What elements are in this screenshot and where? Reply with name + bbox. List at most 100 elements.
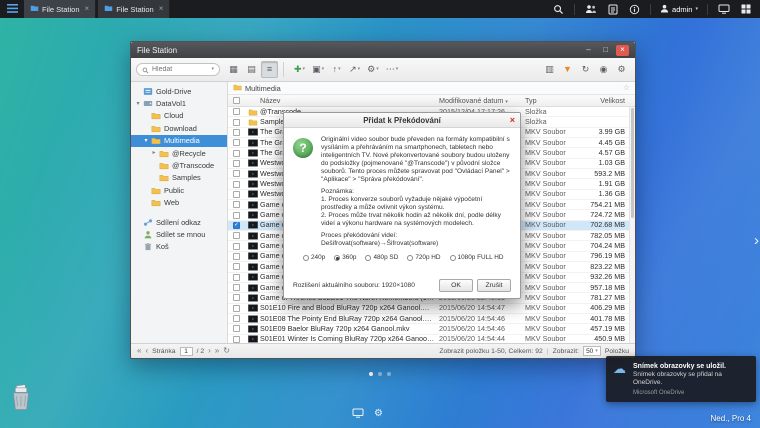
sidebar-item-sd-len-odkaz[interactable]: Sdílení odkaz bbox=[131, 216, 227, 228]
dialog-close-icon[interactable]: × bbox=[510, 116, 515, 125]
row-checkbox[interactable] bbox=[233, 294, 240, 301]
thumbnail-view-button[interactable]: ▦ bbox=[225, 61, 242, 78]
row-checkbox[interactable]: ✓ bbox=[233, 222, 240, 229]
create-button[interactable]: ✚▾ bbox=[291, 61, 308, 78]
background-tasks-icon[interactable] bbox=[606, 3, 619, 16]
sidebar-item-cloud[interactable]: Cloud bbox=[131, 110, 227, 122]
caret-right-icon[interactable]: ▸ bbox=[151, 150, 157, 156]
row-checkbox[interactable] bbox=[233, 108, 240, 115]
info-icon[interactable] bbox=[628, 3, 641, 16]
row-checkbox[interactable] bbox=[233, 201, 240, 208]
close-button[interactable]: × bbox=[616, 45, 629, 56]
sidebar-item-download[interactable]: Download bbox=[131, 122, 227, 134]
window-titlebar[interactable]: File Station – □ × bbox=[131, 42, 635, 58]
row-checkbox[interactable] bbox=[233, 274, 240, 281]
tab-file-station-1[interactable]: File Station × bbox=[24, 0, 96, 18]
table-row[interactable]: S01E09 Baelor BluRay 720p x264 Ganool.mk… bbox=[228, 324, 635, 334]
row-checkbox[interactable] bbox=[233, 150, 240, 157]
scrollbar-thumb[interactable] bbox=[631, 108, 634, 218]
column-type[interactable]: Typ bbox=[525, 96, 583, 105]
row-checkbox[interactable] bbox=[233, 139, 240, 146]
copy-move-button[interactable]: ▣▾ bbox=[309, 61, 327, 78]
cancel-button[interactable]: Zrušit bbox=[477, 279, 511, 292]
resolution-option-360p[interactable]: 360p bbox=[334, 254, 356, 262]
tab-file-station-2[interactable]: File Station × bbox=[98, 0, 170, 18]
row-checkbox[interactable] bbox=[233, 170, 240, 177]
next-page-button[interactable]: › bbox=[208, 347, 211, 355]
admin-menu[interactable]: admin ▾ bbox=[660, 4, 698, 15]
sidebar-item-gold-drive[interactable]: Gold-Drive bbox=[131, 85, 227, 97]
row-checkbox[interactable] bbox=[233, 160, 240, 167]
recycle-bin-icon[interactable] bbox=[8, 384, 34, 412]
scrollbar[interactable] bbox=[629, 107, 635, 343]
refresh-button[interactable]: ↻ bbox=[577, 61, 594, 78]
remote-mount-button[interactable]: ▥ bbox=[541, 61, 558, 78]
detail-view-button[interactable]: ≡ bbox=[261, 61, 278, 78]
tools-button[interactable]: ⚙▾ bbox=[364, 61, 382, 78]
tools-icon[interactable]: ⚙ bbox=[374, 409, 383, 419]
resolution-option-720p-hd[interactable]: 720p HD bbox=[407, 254, 440, 262]
onedrive-toast[interactable]: ☁ Snímek obrazovky se uložil. Snímek obr… bbox=[606, 356, 756, 402]
page-input[interactable]: 1 bbox=[180, 347, 193, 356]
row-checkbox[interactable] bbox=[233, 232, 240, 239]
sidebar-item-ko[interactable]: Koš bbox=[131, 241, 227, 253]
next-desktop-arrow[interactable]: › bbox=[754, 233, 759, 248]
main-menu-button[interactable] bbox=[2, 0, 22, 18]
radio-icon[interactable] bbox=[450, 255, 456, 261]
resolution-option-480p-sd[interactable]: 480p SD bbox=[365, 254, 398, 262]
tab-close-icon[interactable]: × bbox=[85, 5, 90, 13]
sidebar-item-transcode[interactable]: @Transcode bbox=[131, 159, 227, 171]
screen-icon[interactable] bbox=[717, 3, 730, 16]
row-checkbox[interactable] bbox=[233, 284, 240, 291]
pager-dot[interactable] bbox=[369, 372, 373, 376]
column-name[interactable]: Název bbox=[260, 96, 439, 105]
pager-dot[interactable] bbox=[387, 372, 391, 376]
table-row[interactable]: S01E01 Winter Is Coming BluRay 720p x264… bbox=[228, 335, 635, 343]
radio-icon[interactable] bbox=[334, 255, 340, 261]
sidebar-item-multimedia[interactable]: ▾Multimedia bbox=[131, 135, 227, 147]
row-checkbox[interactable] bbox=[233, 325, 240, 332]
table-row[interactable]: S01E10 Fire and Blood BluRay 720p x264 G… bbox=[228, 304, 635, 314]
filter-button[interactable]: ▼ bbox=[559, 61, 576, 78]
search-box[interactable]: ▾ bbox=[136, 63, 220, 76]
search-input[interactable] bbox=[152, 66, 208, 73]
dashboard-icon[interactable] bbox=[739, 3, 752, 16]
select-all-checkbox[interactable] bbox=[233, 97, 240, 104]
caret-down-icon[interactable]: ▾ bbox=[135, 101, 141, 107]
table-row[interactable]: S01E08 The Pointy End BluRay 720p x264 G… bbox=[228, 314, 635, 324]
desktop-clock[interactable]: Ned., Pro 4 bbox=[711, 414, 751, 423]
sidebar-item-datavol1[interactable]: ▾DataVol1 bbox=[131, 97, 227, 109]
maximize-button[interactable]: □ bbox=[599, 45, 612, 56]
dialog-titlebar[interactable]: Přidat k Překódování × bbox=[284, 113, 520, 128]
radio-icon[interactable] bbox=[303, 255, 309, 261]
upload-button[interactable]: ↑▾ bbox=[328, 61, 345, 78]
row-checkbox[interactable] bbox=[233, 315, 240, 322]
desktop-pager[interactable] bbox=[369, 372, 391, 376]
column-date[interactable]: Modifikované datum▾ bbox=[439, 96, 525, 105]
prev-page-button[interactable]: ‹ bbox=[145, 347, 148, 355]
search-icon[interactable] bbox=[552, 3, 565, 16]
caret-down-icon[interactable]: ▾ bbox=[211, 67, 214, 72]
page-size-select[interactable]: 50 ▾ bbox=[583, 346, 601, 356]
list-view-button[interactable]: ▤ bbox=[243, 61, 260, 78]
favorite-star-icon[interactable]: ☆ bbox=[623, 84, 630, 92]
row-checkbox[interactable] bbox=[233, 305, 240, 312]
caret-down-icon[interactable]: ▾ bbox=[143, 138, 149, 144]
monitor-icon[interactable] bbox=[352, 405, 364, 423]
row-checkbox[interactable] bbox=[233, 336, 240, 343]
row-checkbox[interactable] bbox=[233, 191, 240, 198]
tab-close-icon[interactable]: × bbox=[159, 5, 164, 13]
pager-dot[interactable] bbox=[378, 372, 382, 376]
row-checkbox[interactable] bbox=[233, 253, 240, 260]
sidebar-item-recycle[interactable]: ▸@Recycle bbox=[131, 147, 227, 159]
row-checkbox[interactable] bbox=[233, 263, 240, 270]
row-checkbox[interactable] bbox=[233, 243, 240, 250]
sidebar-item-public[interactable]: Public bbox=[131, 184, 227, 196]
row-checkbox[interactable] bbox=[233, 129, 240, 136]
last-page-button[interactable]: » bbox=[215, 347, 219, 355]
share-button[interactable]: ↗▾ bbox=[346, 61, 363, 78]
breadcrumb[interactable]: Multimedia bbox=[245, 84, 281, 93]
first-page-button[interactable]: « bbox=[137, 347, 141, 355]
row-checkbox[interactable] bbox=[233, 212, 240, 219]
sidebar-item-sd-let-se-mnou[interactable]: Sdílet se mnou bbox=[131, 228, 227, 240]
